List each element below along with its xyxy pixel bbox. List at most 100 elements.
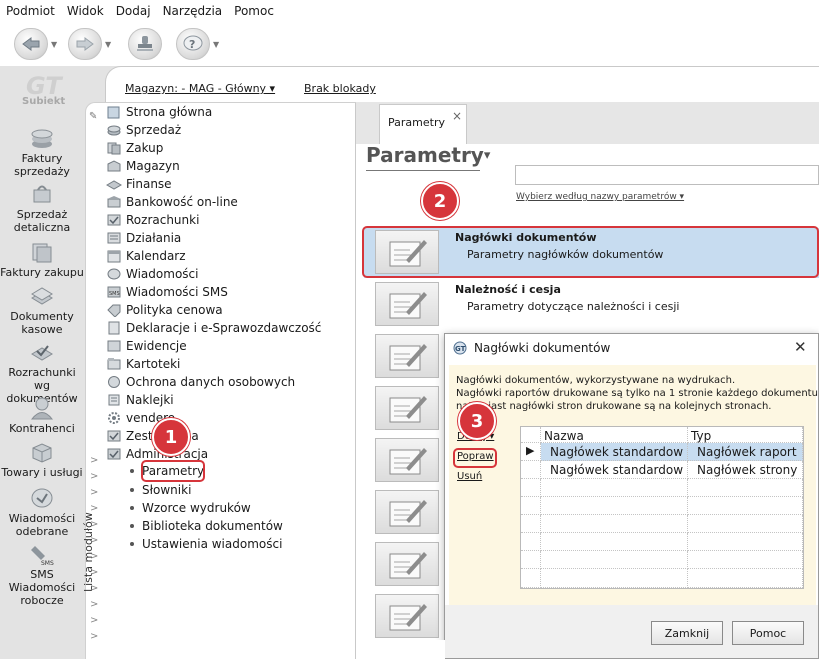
tree-item-finanse[interactable]: Finanse: [106, 175, 172, 193]
warehouse-selector[interactable]: Magazyn: - MAG - Główny ▾: [125, 82, 275, 95]
nav-sms-robocze[interactable]: SMS SMS Wiadomości robocze: [0, 542, 84, 607]
document-pen-icon: [389, 344, 427, 371]
svg-text:SMS: SMS: [109, 291, 120, 297]
tree-item-ochrona-danych[interactable]: Ochrona danych osobowych: [106, 373, 295, 391]
app-logo-icon: GT: [453, 341, 467, 355]
forward-dropdown-icon[interactable]: ▼: [105, 40, 111, 49]
tree-item-ewidencje[interactable]: Ewidencje: [106, 337, 187, 355]
help-button[interactable]: ?: [176, 28, 210, 60]
tree-item-strona-glowna[interactable]: Strona główna: [106, 103, 212, 121]
tree-item-wiadomosci[interactable]: Wiadomości: [106, 265, 198, 283]
invoice-stack-icon: [31, 129, 53, 148]
help-bubble-icon: ?: [183, 35, 203, 51]
menu-widok[interactable]: Widok: [67, 4, 104, 18]
title-dropdown-icon: ▾: [483, 148, 491, 163]
bullet-icon: [130, 542, 134, 546]
chevron-right-icon[interactable]: >: [90, 471, 98, 482]
vendero-gear-icon: [108, 412, 120, 424]
forward-nav-button[interactable]: [68, 28, 102, 60]
tree-item-sprzedaz[interactable]: Sprzedaż: [106, 121, 181, 139]
column-header-nazwa[interactable]: Nazwa: [544, 429, 584, 443]
nav-faktury-zakupu[interactable]: Faktury zakupu: [0, 240, 84, 279]
nav-wiadomosci-odebrane[interactable]: Wiadomości odebrane: [0, 486, 84, 538]
files-icon: [107, 358, 121, 370]
tree-label: Finanse: [126, 177, 172, 191]
param-tile[interactable]: [375, 386, 439, 430]
subiekt-logo: GT Subiekt: [18, 72, 68, 110]
pin-icon[interactable]: ✎: [89, 111, 97, 122]
tree-item-bankowosc[interactable]: Bankowość on-line: [106, 193, 238, 211]
nav-label: Sprzedaż detaliczna: [13, 208, 71, 234]
param-tile[interactable]: [375, 438, 439, 482]
help-dropdown-icon[interactable]: ▼: [213, 40, 219, 49]
help-dialog-button[interactable]: Pomoc: [732, 621, 804, 645]
grid-cell: [541, 569, 688, 588]
svg-text:?: ?: [189, 38, 195, 51]
tree-sub-ustawienia-wiadomosci[interactable]: Ustawienia wiadomości: [130, 535, 282, 553]
page-title[interactable]: Parametry▾: [366, 143, 490, 167]
parameter-search-input[interactable]: [515, 165, 819, 185]
chevron-right-icon[interactable]: >: [90, 599, 98, 610]
chevron-right-icon[interactable]: >: [90, 487, 98, 498]
delete-link[interactable]: Usuń: [457, 471, 482, 482]
tree-item-kartoteki[interactable]: Kartoteki: [106, 355, 180, 373]
chevron-right-icon[interactable]: >: [90, 631, 98, 642]
chevron-right-icon[interactable]: >: [90, 455, 98, 466]
tree-label: Deklaracje i e-Sprawozdawczość: [126, 321, 322, 335]
tree-item-wiadomosci-sms[interactable]: SMS Wiadomości SMS: [106, 283, 228, 301]
tree-item-rozrachunki[interactable]: Rozrachunki: [106, 211, 199, 229]
chevron-right-icon[interactable]: >: [90, 503, 98, 514]
param-tile[interactable]: [375, 490, 439, 534]
menu-narzedzia[interactable]: Narzędzia: [163, 4, 223, 18]
menu-dodaj[interactable]: Dodaj: [116, 4, 151, 18]
back-nav-button[interactable]: [14, 28, 48, 60]
param-tile[interactable]: [375, 282, 439, 326]
tree-item-zakup[interactable]: Zakup: [106, 139, 163, 157]
param-tile[interactable]: [375, 542, 439, 586]
stamp-icon: [137, 36, 153, 51]
lock-status-link[interactable]: Brak blokady: [304, 82, 376, 95]
chevron-right-icon[interactable]: >: [90, 567, 98, 578]
param-tile[interactable]: [375, 334, 439, 378]
tree-sub-slowniki[interactable]: Słowniki: [130, 481, 191, 499]
back-dropdown-icon[interactable]: ▼: [51, 40, 57, 49]
nav-kontrahenci[interactable]: Kontrahenci: [0, 396, 84, 435]
tree-label: Naklejki: [126, 393, 174, 407]
grid-cell: [688, 497, 803, 515]
row-nazwa: Nagłówek standardow: [550, 445, 684, 459]
grid-cell: [541, 479, 688, 497]
close-button[interactable]: Zamknij: [651, 621, 723, 645]
tree-item-magazyn[interactable]: Magazyn: [106, 157, 180, 175]
tree-sub-biblioteka-dokumentow[interactable]: Biblioteka dokumentów: [130, 517, 283, 535]
chevron-right-icon[interactable]: >: [90, 615, 98, 626]
grid-cell: [541, 551, 688, 569]
tab-close-icon[interactable]: ×: [452, 109, 462, 123]
chevron-right-icon[interactable]: >: [90, 519, 98, 530]
nav-towary-i-uslugi[interactable]: Towary i usługi: [0, 440, 84, 479]
tree-item-kalendarz[interactable]: Kalendarz: [106, 247, 186, 265]
stamp-button[interactable]: [128, 28, 162, 60]
tree-sub-wzorce-wydrukow[interactable]: Wzorce wydruków: [130, 499, 251, 517]
tree-item-dzialania[interactable]: Działania: [106, 229, 181, 247]
chevron-right-icon[interactable]: >: [90, 551, 98, 562]
menu-podmiot[interactable]: Podmiot: [6, 4, 55, 18]
toolbar: ▼ ▼ ? ▼: [0, 22, 819, 66]
column-header-typ[interactable]: Typ: [691, 429, 711, 443]
tree-item-naklejki[interactable]: Naklejki: [106, 391, 174, 409]
tree-item-polityka-cenowa[interactable]: Polityka cenowa: [106, 301, 223, 319]
param-tile[interactable]: [375, 594, 439, 638]
search-filter-selector[interactable]: Wybierz według nazwy parametrów ▾: [516, 192, 684, 202]
chevron-right-icon[interactable]: >: [90, 535, 98, 546]
nav-sprzedaz-detaliczna[interactable]: Sprzedaż detaliczna: [0, 182, 84, 234]
tree-item-deklaracje[interactable]: Deklaracje i e-Sprawozdawczość: [106, 319, 321, 337]
grid-cell: [541, 533, 688, 551]
dialog-close-icon[interactable]: ✕: [794, 338, 807, 356]
menu-bar: Podmiot Widok Dodaj Narzędzia Pomoc: [0, 0, 819, 22]
chevron-right-icon[interactable]: >: [90, 583, 98, 594]
nav-dokumenty-kasowe[interactable]: Dokumenty kasowe: [0, 284, 84, 336]
tree-label: Kartoteki: [126, 357, 181, 371]
nav-faktury-sprzedazy[interactable]: Faktury sprzedaży: [0, 126, 84, 178]
bullet-icon: [130, 488, 134, 492]
highlight-popraw: [453, 448, 497, 468]
menu-pomoc[interactable]: Pomoc: [234, 4, 274, 18]
